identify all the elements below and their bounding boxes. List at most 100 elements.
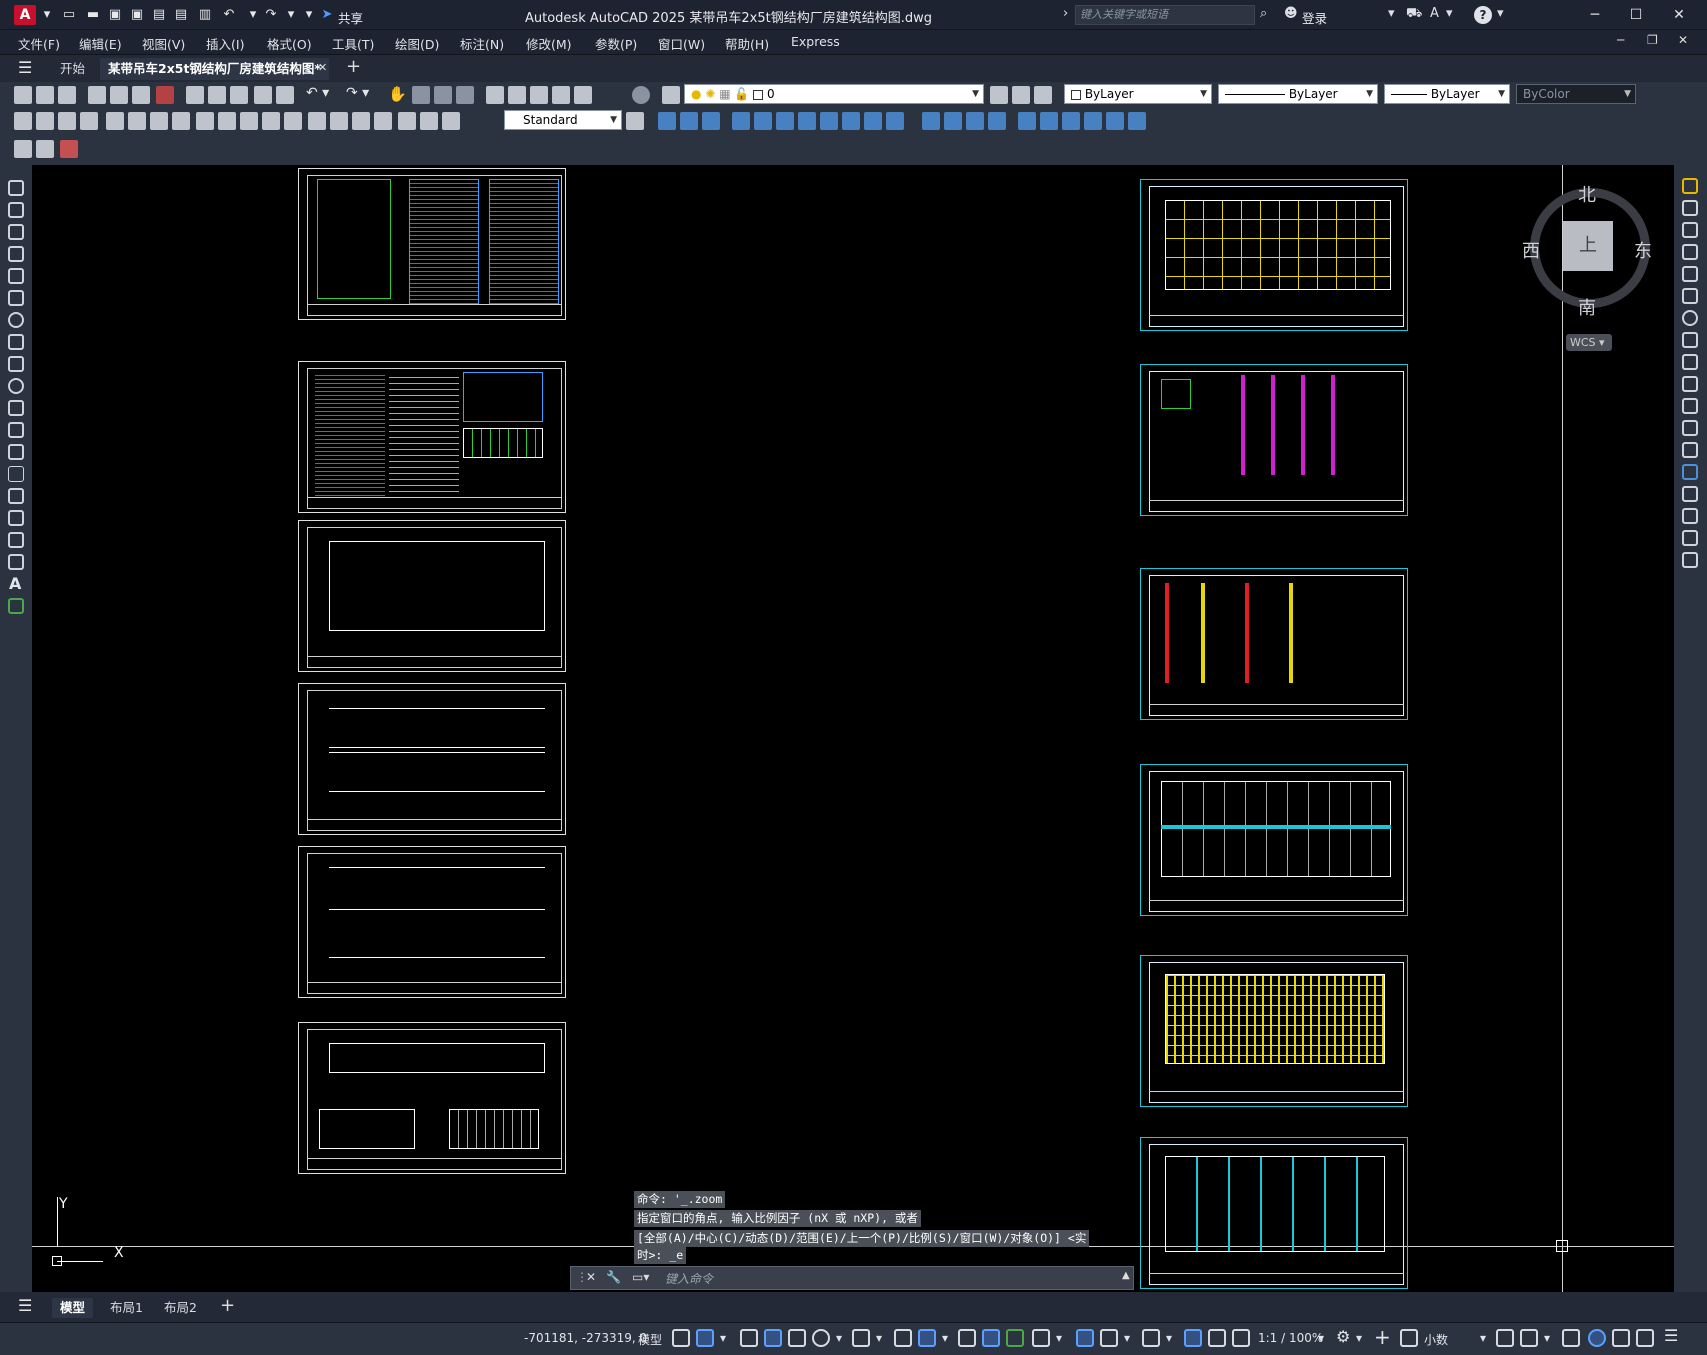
units-value[interactable]: 小数 [1424,1331,1448,1348]
clean-screen-icon[interactable] [1612,1329,1630,1347]
layer-properties-icon[interactable] [662,86,680,104]
explode-icon[interactable] [1682,552,1698,568]
copy-object-icon[interactable] [1682,200,1698,216]
tab-close-icon[interactable]: ✕ [318,61,327,74]
3d-array-icon[interactable] [988,112,1006,130]
undo-toolbar-icon[interactable]: ↶ ▾ [306,85,329,101]
3d-move-icon[interactable] [922,112,940,130]
menu-view[interactable]: 视图(V) [142,34,185,53]
revision-cloud-icon[interactable] [8,334,24,350]
3d-align-icon[interactable] [966,112,984,130]
fullscreen-icon[interactable] [1636,1329,1654,1347]
jogged-linear-icon[interactable] [374,112,392,130]
array-icon[interactable] [1682,266,1698,282]
layer-dropdown[interactable]: ● ✺ ▦ 🔓 0 ▼ [684,84,984,104]
drawing-sheet[interactable] [1140,568,1408,720]
open-from-web-icon[interactable]: ▤ [150,6,168,24]
undo-dropdown-icon[interactable]: ▾ [244,6,262,24]
dynamic-ucs-icon[interactable] [1076,1329,1094,1347]
layer-previous-icon[interactable] [1012,86,1030,104]
zoom-realtime-icon[interactable] [412,86,430,104]
drawing-sheet[interactable] [298,361,566,513]
menu-tools[interactable]: 工具(T) [332,34,374,53]
ordinate-dimension-icon[interactable] [80,112,98,130]
minimize-window-icon[interactable]: ─ [1580,5,1610,25]
arc-tool-icon[interactable] [8,290,24,306]
linetype-dropdown[interactable]: ByLayer ▼ [1218,84,1378,104]
properties-icon[interactable] [486,86,504,104]
login-dropdown-icon[interactable]: ▾ [1388,6,1395,21]
annotation-visibility-icon[interactable] [1184,1329,1202,1347]
doc-close-icon[interactable]: ✕ [1678,33,1688,47]
autocad-logo-icon[interactable]: A [14,5,36,25]
help-icon[interactable]: ? [1474,6,1492,24]
qnew-icon[interactable] [14,86,32,104]
union-icon[interactable] [842,112,860,130]
object-snap-tracking-icon[interactable] [894,1329,912,1347]
units-dropdown-icon[interactable]: ▾ [1480,1331,1486,1345]
new-tab-icon[interactable]: + [346,56,361,77]
aligned-dimension-icon[interactable] [36,112,54,130]
tab-active-drawing[interactable]: 某带吊车2x5t钢结构厂房建筑结构图* [100,58,329,80]
mirror-icon[interactable] [1682,222,1698,238]
osnap-dropdown-icon[interactable]: ▾ [942,1331,948,1345]
insert-block-icon[interactable] [8,422,24,438]
viewcube-west[interactable]: 西 [1522,237,1540,263]
search-expand-icon[interactable]: › [1063,6,1068,21]
drawing-sheet[interactable] [298,1022,566,1174]
gizmo-dropdown-icon[interactable]: ▾ [1166,1331,1172,1345]
app-menu-chevron-icon[interactable]: ▾ [38,6,56,24]
infer-constraints-icon[interactable] [740,1329,758,1347]
attribute-define-icon[interactable] [36,140,54,158]
zoom-window-icon[interactable] [434,86,452,104]
section-plane-icon[interactable] [1040,112,1058,130]
trim-icon[interactable] [1682,376,1698,392]
snap-mode-icon[interactable] [696,1329,714,1347]
ellipse-tool-icon[interactable] [8,378,24,394]
workspace-dropdown-icon[interactable]: ▾ [1356,1331,1362,1345]
command-input[interactable]: 键入命令 [665,1270,713,1287]
viewcube-north[interactable]: 北 [1578,181,1596,207]
calculator-icon[interactable] [574,86,592,104]
search-icon[interactable]: ⌕ [1260,6,1267,21]
viewcube-south[interactable]: 南 [1578,294,1596,320]
layer-states-icon[interactable] [1034,86,1052,104]
center-mark-icon[interactable] [330,112,348,130]
drawing-sheet[interactable] [298,520,566,672]
rectangle-tool-icon[interactable] [8,268,24,284]
menu-window[interactable]: 窗口(W) [658,34,705,53]
dimension-update-icon[interactable] [442,112,460,130]
close-window-icon[interactable]: ✕ [1664,5,1694,25]
extract-edges-icon[interactable] [1128,112,1146,130]
ortho-mode-icon[interactable] [788,1329,806,1347]
thicken-icon[interactable] [1062,112,1080,130]
3d-cylinder-icon[interactable] [702,112,720,130]
menu-draw[interactable]: 绘图(D) [395,34,439,53]
3d-object-snap-icon[interactable] [1032,1329,1050,1347]
ellipse-arc-icon[interactable] [8,400,24,416]
tool-palettes-icon[interactable] [530,86,548,104]
tab-layout2[interactable]: 布局2 [156,1298,205,1318]
redo-toolbar-icon[interactable]: ↷ ▾ [346,85,369,101]
loft-icon[interactable] [820,112,838,130]
auto-scale-icon[interactable] [1208,1329,1226,1347]
annotation-scale-icon[interactable] [1232,1329,1250,1347]
dimension-style-manager-icon[interactable] [626,112,644,130]
jogged-dimension-icon[interactable] [128,112,146,130]
erase-icon[interactable] [1682,178,1698,194]
dimension-space-icon[interactable] [262,112,280,130]
isometric-drafting-icon[interactable] [852,1329,870,1347]
make-block-icon[interactable] [8,444,24,460]
user-icon[interactable]: ☻ [1284,6,1298,21]
share-button[interactable]: 共享 [338,8,363,27]
plot-toolbar-icon[interactable] [88,86,106,104]
redo-dropdown-icon[interactable]: ▾ [282,6,300,24]
menu-format[interactable]: 格式(O) [267,34,312,53]
menu-insert[interactable]: 插入(I) [206,34,244,53]
quick-properties-icon[interactable] [1496,1329,1514,1347]
baseline-dimension-icon[interactable] [218,112,236,130]
filter-dropdown-icon[interactable]: ▾ [1124,1331,1130,1345]
cut-icon[interactable] [186,86,204,104]
menu-dimension[interactable]: 标注(N) [460,34,504,53]
wcs-menu-button[interactable]: WCS ▾ [1566,334,1612,351]
